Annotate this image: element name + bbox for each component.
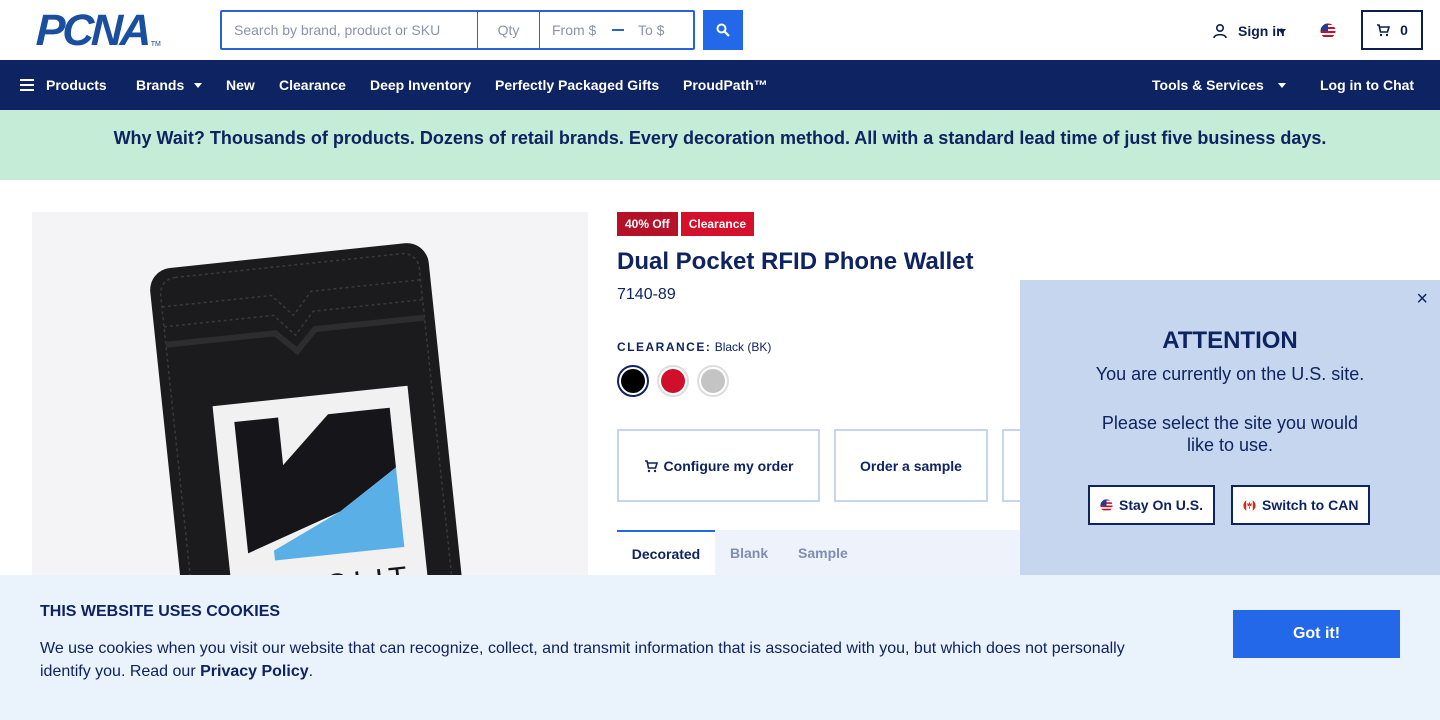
price-from-placeholder: From $	[552, 22, 597, 38]
promo-banner-text: Why Wait? Thousands of products. Dozens …	[113, 127, 1327, 148]
clearance-badge: Clearance	[680, 212, 755, 236]
chevron-down-icon	[194, 82, 203, 88]
popup-title: ATTENTION	[1162, 327, 1298, 354]
search-button[interactable]	[703, 10, 743, 50]
color-selection-label: CLEARANCE: Black (BK)	[617, 340, 771, 354]
nav-clearance[interactable]: Clearance	[279, 60, 346, 110]
main-nav: Products Brands New Clearance Deep Inven…	[0, 60, 1440, 110]
nav-chat-login[interactable]: Log in to Chat	[1320, 60, 1414, 110]
close-icon[interactable]: ×	[1416, 288, 1428, 311]
swatch-red[interactable]	[657, 365, 689, 397]
promo-banner: Why Wait? Thousands of products. Dozens …	[0, 110, 1440, 180]
nav-brands[interactable]: Brands	[136, 60, 203, 110]
stay-on-us-button[interactable]: Stay On U.S.	[1088, 485, 1216, 525]
price-range-dash	[610, 12, 626, 48]
cookie-title: THIS WEBSITE USES COOKIES	[40, 603, 281, 620]
order-type-tabs: Decorated Blank Sample	[617, 530, 1020, 575]
color-label: CLEARANCE:	[617, 340, 712, 354]
nav-proudpath-label: ProudPath™	[683, 77, 768, 93]
nav-tools-services[interactable]: Tools & Services	[1152, 60, 1286, 110]
user-icon	[1213, 23, 1227, 39]
nav-clearance-label: Clearance	[279, 77, 346, 93]
nav-deep-inventory[interactable]: Deep Inventory	[370, 60, 471, 110]
qty-placeholder: Qty	[497, 22, 520, 38]
pcna-logo[interactable]: PCNA TM	[35, 6, 186, 55]
sign-in-link[interactable]: Sign in	[1212, 20, 1286, 42]
cookie-banner: THIS WEBSITE USES COOKIES We use cookies…	[0, 575, 1440, 720]
color-swatches	[617, 365, 729, 397]
cart-button[interactable]: 0	[1361, 10, 1423, 50]
privacy-policy-link[interactable]: Privacy Policy	[200, 663, 309, 680]
cookie-text: We use cookies when you visit our websit…	[40, 637, 1160, 683]
price-from-input[interactable]: From $	[540, 12, 610, 48]
configure-order-button[interactable]: Configure my order	[617, 429, 820, 502]
menu-icon	[20, 79, 34, 91]
site-selector-popup: × ATTENTION You are currently on the U.S…	[1020, 280, 1440, 575]
chevron-down-icon	[1278, 29, 1286, 34]
nav-proudpath[interactable]: ProudPath™	[683, 60, 768, 110]
switch-to-can-label: Switch to CAN	[1262, 497, 1359, 513]
tab-sample-label: Sample	[798, 544, 848, 561]
site-header: PCNA TM Search by brand, product or SKU …	[0, 0, 1440, 60]
search-form: Search by brand, product or SKU Qty From…	[220, 10, 695, 50]
search-icon	[716, 23, 730, 37]
product-badges: 40% Off Clearance	[617, 212, 755, 236]
tab-blank[interactable]: Blank	[730, 530, 768, 575]
logo-text: PCNA	[35, 6, 150, 55]
popup-select-text: Please select the site you would like to…	[1101, 413, 1359, 455]
nav-tools-label: Tools & Services	[1152, 77, 1264, 93]
cookie-accept-button[interactable]: Got it!	[1233, 610, 1400, 658]
search-input[interactable]: Search by brand, product or SKU	[222, 12, 478, 48]
product-sku: 7140-89	[617, 286, 676, 303]
cookie-end: .	[308, 663, 314, 680]
discount-badge: 40% Off	[617, 212, 678, 236]
price-to-placeholder: To $	[638, 22, 665, 38]
nav-new[interactable]: New	[226, 60, 255, 110]
nav-products[interactable]: Products	[20, 60, 107, 110]
cart-icon	[1377, 24, 1391, 37]
stay-on-us-label: Stay On U.S.	[1119, 497, 1204, 513]
switch-to-can-button[interactable]: Switch to CAN	[1231, 485, 1371, 525]
swatch-gray-dot	[701, 369, 725, 393]
tab-decorated-label: Decorated	[631, 545, 701, 562]
color-value: Black (BK)	[714, 340, 772, 354]
product-title: Dual Pocket RFID Phone Wallet	[617, 248, 974, 275]
us-flag-icon[interactable]	[1320, 23, 1336, 44]
nav-chat-label: Log in to Chat	[1320, 77, 1415, 93]
tab-decorated[interactable]: Decorated	[617, 530, 715, 575]
cart-count: 0	[1400, 22, 1408, 38]
canada-flag-icon	[1243, 498, 1256, 512]
product-image[interactable]: RENOLIT	[32, 212, 588, 612]
qty-input[interactable]: Qty	[478, 12, 540, 48]
swatch-red-dot	[661, 369, 685, 393]
swatch-black-dot	[621, 369, 645, 393]
swatch-gray[interactable]	[697, 365, 729, 397]
tab-blank-label: Blank	[730, 544, 769, 561]
order-sample-label: Order a sample	[860, 457, 962, 474]
logo-trademark: TM	[150, 41, 161, 48]
swatch-black[interactable]	[617, 365, 649, 397]
cart-icon	[644, 459, 658, 472]
tab-sample[interactable]: Sample	[798, 530, 848, 575]
nav-new-label: New	[226, 77, 255, 93]
wallet-image: RENOLIT	[150, 243, 469, 612]
nav-packaged-gifts[interactable]: Perfectly Packaged Gifts	[495, 60, 659, 110]
chevron-down-icon	[1277, 82, 1286, 88]
nav-brands-label: Brands	[136, 77, 185, 93]
us-flag-icon	[1100, 498, 1113, 512]
order-sample-button[interactable]: Order a sample	[834, 429, 988, 502]
configure-order-label: Configure my order	[663, 457, 794, 474]
nav-packaged-gifts-label: Perfectly Packaged Gifts	[495, 77, 660, 93]
search-placeholder: Search by brand, product or SKU	[234, 22, 441, 38]
nav-deep-inventory-label: Deep Inventory	[370, 77, 472, 93]
price-to-input[interactable]: To $	[626, 12, 686, 48]
popup-current-site-text: You are currently on the U.S. site.	[1095, 364, 1365, 384]
nav-products-label: Products	[46, 77, 107, 93]
